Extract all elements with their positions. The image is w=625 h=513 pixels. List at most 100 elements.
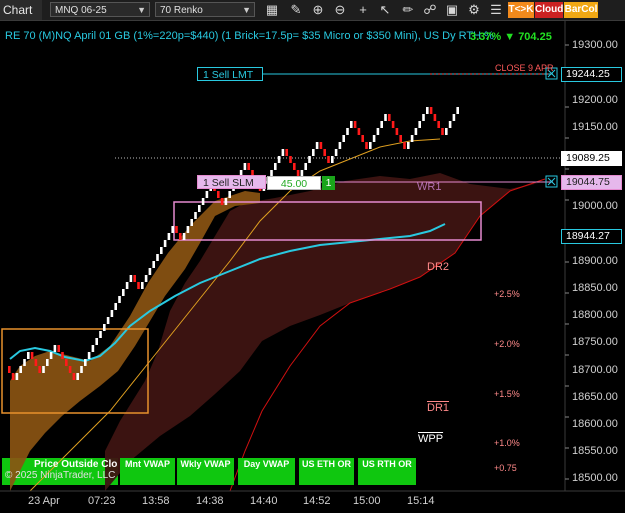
link-icon[interactable]: ☍ [422,2,438,18]
us-eth-or-button[interactable]: US ETH OR [299,458,354,485]
pct-level-label: +2.0% [494,339,520,349]
renko-brick [338,142,342,149]
renko-brick [15,373,19,380]
renko-brick [19,366,22,373]
renko-brick [281,149,285,156]
renko-brick [448,121,452,128]
chart-header-text: RE 70 (M)NQ April 01 GB (1%=220p=$440) (… [5,30,494,42]
renko-brick [304,163,307,170]
renko-brick [441,128,444,135]
price-chart[interactable] [0,21,625,513]
bars-icon[interactable]: ▦ [264,2,280,18]
renko-brick [346,128,349,135]
renko-brick [361,135,364,142]
instrument-selector[interactable]: MNQ 06-25 ▼ [50,2,150,17]
renko-brick [228,191,231,198]
y-tick-label: 19200.00 [572,94,618,106]
renko-brick [414,128,418,135]
renko-brick [327,156,330,163]
data-box-icon[interactable]: ▣ [444,2,460,18]
renko-brick [220,198,224,205]
zoom-in-icon[interactable]: ⊕ [310,2,326,18]
renko-brick [186,226,190,233]
renko-brick [399,135,402,142]
y-tick-label: 19150.00 [572,121,618,133]
order-count-badge[interactable]: 1 [322,176,335,190]
instrument-value: MNQ 06-25 [55,5,107,16]
renko-brick [110,310,114,317]
us-rth-or-button[interactable]: US RTH OR [358,458,416,485]
renko-brick [277,156,281,163]
chevron-down-icon: ▼ [242,5,251,15]
ichimoku-cloud-bear [105,173,545,491]
renko-brick [175,226,178,233]
renko-brick [179,233,182,240]
renko-brick [141,282,144,289]
crosshair-icon[interactable]: + [355,2,371,18]
last-price-flag: 19089.25 [561,151,622,166]
properties-icon[interactable]: ⚙ [466,2,482,18]
pointer-icon[interactable]: ↖ [377,2,393,18]
tck-button[interactable]: T<>K [508,2,534,18]
chart-toolbar: Chart MNQ 06-25 ▼ 70 Renko ▼ ▦ ✎ ⊕ ⊖ + ↖… [0,0,625,21]
renko-brick [106,317,110,324]
renko-brick [95,338,98,345]
y-tick-label: 18800.00 [572,309,618,321]
y-tick-label: 18750.00 [572,336,618,348]
renko-brick [353,121,357,128]
renko-brick [323,149,326,156]
renko-brick [194,212,197,219]
mnt-vwap-button[interactable]: Mnt VWAP [120,458,175,485]
wkly-vwap-button[interactable]: Wkly VWAP [177,458,234,485]
renko-brick [91,345,95,352]
tab-chart[interactable]: Chart [0,0,42,20]
sell-slm-order[interactable]: 1 Sell SLM [197,175,266,189]
list-icon[interactable]: ☰ [488,2,504,18]
zoom-out-icon[interactable]: ⊖ [332,2,348,18]
renko-brick [376,128,380,135]
dr2-label: DR2 [427,261,450,273]
renko-brick [319,142,323,149]
renko-brick [61,352,64,359]
renko-brick [331,156,334,163]
close-label: CLOSE 9 APR [495,63,554,73]
renko-brick [122,289,125,296]
renko-brick [437,121,440,128]
renko-brick [312,149,315,156]
bar-type-value: 70 Renko [160,5,203,16]
x-tick-label: 14:52 [303,495,331,507]
day-vwap-button[interactable]: Day VWAP [238,458,295,485]
settings-icon[interactable]: ✎ [288,2,304,18]
renko-brick [201,198,205,205]
sell-lmt-order[interactable]: 1 Sell LMT [197,67,263,81]
renko-brick [433,114,437,121]
renko-brick [99,331,102,338]
renko-brick [429,107,433,114]
y-tick-label: 18500.00 [572,472,618,484]
x-tick-label: 15:00 [353,495,381,507]
barcol-button[interactable]: BarCol [564,2,598,18]
order-quantity-field[interactable]: 45.00 [267,176,321,190]
renko-brick [163,240,167,247]
bar-type-selector[interactable]: 70 Renko ▼ [155,2,255,17]
renko-brick [418,121,421,128]
y-tick-label: 19000.00 [572,200,618,212]
chevron-down-icon: ▼ [137,5,146,15]
renko-brick [350,121,353,128]
renko-brick [395,128,399,135]
y-tick-label: 18700.00 [572,364,618,376]
renko-brick [114,303,117,310]
renko-brick [372,135,376,142]
renko-brick [407,142,410,149]
renko-brick [456,107,459,114]
renko-brick [68,366,72,373]
renko-brick [243,163,247,170]
renko-brick [171,226,174,233]
renko-brick [167,233,171,240]
pct-level-label: +0.75 [494,463,517,473]
pct-level-label: +1.5% [494,389,520,399]
cloud-button[interactable]: Cloud [535,2,563,18]
drawing-icon[interactable]: ✏ [400,2,416,18]
x-tick-label: 13:58 [142,495,170,507]
renko-brick [30,352,34,359]
